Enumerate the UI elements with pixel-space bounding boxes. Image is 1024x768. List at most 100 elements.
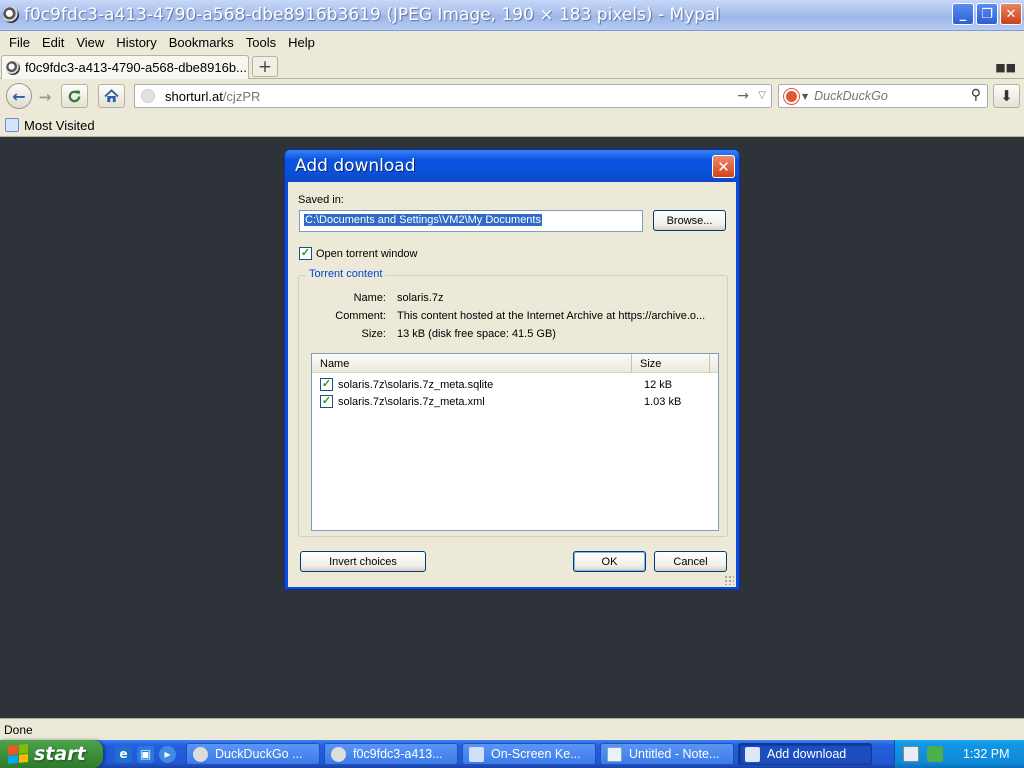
file-list[interactable]: Name Size ✓ solaris.7z\solaris.7z_meta.s…: [311, 353, 719, 531]
menu-view[interactable]: View: [71, 35, 109, 50]
menu-help[interactable]: Help: [283, 35, 320, 50]
mypal-app-icon[interactable]: [3, 7, 19, 23]
go-arrow-icon[interactable]: →: [737, 88, 749, 104]
bookmarks-toolbar: Most Visited: [0, 114, 1024, 137]
menu-file[interactable]: File: [4, 35, 35, 50]
task-label: Untitled - Note...: [629, 747, 720, 761]
quick-launch: e ▣ ▸: [115, 745, 176, 763]
menu-edit[interactable]: Edit: [37, 35, 69, 50]
home-button[interactable]: [98, 84, 125, 108]
file-list-header: Name Size: [312, 354, 718, 373]
name-label: Name:: [353, 292, 386, 304]
search-bar[interactable]: ▼ ⚲: [778, 84, 988, 108]
task-label: f0c9fdc3-a413...: [353, 747, 443, 761]
add-download-dialog: Add download ✕ Saved in: C:\Documents an…: [284, 149, 740, 590]
file-name: solaris.7z\solaris.7z_meta.sqlite: [338, 378, 494, 391]
network-tray-icon[interactable]: [927, 746, 943, 762]
url-path: /cjzPR: [222, 88, 261, 104]
dialog-close-button[interactable]: ✕: [712, 155, 735, 178]
clock[interactable]: 1:32 PM: [963, 747, 1010, 761]
taskbar-item-notepad[interactable]: Untitled - Note...: [600, 743, 734, 765]
tab-favicon-icon: [6, 60, 20, 75]
open-torrent-checkbox[interactable]: ✓: [299, 247, 312, 260]
forward-arrow-icon: →: [38, 88, 52, 106]
reload-button[interactable]: [61, 84, 88, 108]
file-checkbox[interactable]: ✓: [320, 378, 333, 391]
open-torrent-window-option[interactable]: ✓ Open torrent window: [299, 247, 418, 260]
tab-bar: f0c9fdc3-a413-4790-a568-dbe8916b... + ■■: [0, 53, 1024, 79]
new-tab-button[interactable]: +: [252, 56, 278, 77]
tab-list-icon[interactable]: ■■: [995, 61, 1016, 74]
forward-button[interactable]: →: [34, 87, 56, 107]
start-button[interactable]: start: [0, 740, 103, 768]
search-input[interactable]: [814, 89, 960, 103]
file-checkbox[interactable]: ✓: [320, 395, 333, 408]
invert-choices-button[interactable]: Invert choices: [300, 551, 426, 572]
media-player-icon[interactable]: ▸: [159, 745, 176, 763]
menu-tools[interactable]: Tools: [241, 35, 281, 50]
comment-label: Comment:: [335, 310, 386, 322]
comment-value: This content hosted at the Internet Arch…: [397, 310, 706, 322]
task-label: DuckDuckGo ...: [215, 747, 303, 761]
name-value: solaris.7z: [397, 292, 444, 304]
url-history-dropdown-icon[interactable]: ▽: [758, 90, 766, 101]
mypal-icon: [193, 746, 208, 762]
column-header-size[interactable]: Size: [632, 354, 710, 373]
tab-label: f0c9fdc3-a413-4790-a568-dbe8916b...: [25, 60, 247, 75]
back-button[interactable]: ←: [6, 83, 32, 109]
taskbar-item-image[interactable]: f0c9fdc3-a413...: [324, 743, 458, 765]
task-label: Add download: [767, 747, 847, 761]
column-header-name[interactable]: Name: [312, 354, 632, 373]
dialog-body: Saved in: C:\Documents and Settings\VM2\…: [288, 182, 736, 587]
taskbar-item-duckduckgo[interactable]: DuckDuckGo ...: [186, 743, 320, 765]
dialog-titlebar[interactable]: Add download ✕: [285, 150, 739, 182]
size-label: Size:: [361, 328, 386, 340]
search-magnifier-icon[interactable]: ⚲: [971, 87, 981, 103]
reload-icon: [68, 89, 81, 102]
status-text: Done: [4, 722, 33, 737]
torrent-content-group: Torrent content Name: solaris.7z Comment…: [298, 268, 728, 537]
close-icon: ✕: [717, 157, 730, 176]
size-value: 13 kB (disk free space: 41.5 GB): [397, 328, 556, 340]
keyboard-tray-icon[interactable]: [903, 746, 919, 762]
browse-button[interactable]: Browse...: [653, 210, 726, 231]
taskbar-item-add-download[interactable]: Add download: [738, 743, 872, 765]
ok-button[interactable]: OK: [573, 551, 646, 572]
site-identity-icon[interactable]: [141, 89, 155, 103]
file-size: 1.03 kB: [644, 395, 682, 408]
internet-explorer-icon[interactable]: e: [115, 745, 132, 763]
engine-dropdown-icon[interactable]: ▼: [802, 92, 808, 101]
maximize-button[interactable]: ❐: [976, 3, 998, 25]
dialog-title: Add download: [295, 156, 416, 176]
url-host: shorturl.at: [165, 88, 223, 104]
window-title: f0c9fdc3-a413-4790-a568-dbe8916b3619 (JP…: [24, 5, 721, 25]
window-controls: _ ❐ ✕: [952, 3, 1022, 25]
downloads-button[interactable]: ⬇: [993, 84, 1020, 108]
minimize-button[interactable]: _: [952, 3, 974, 25]
url-bar[interactable]: shorturl.at/cjzPR → ▽: [134, 84, 772, 108]
mypal-icon: [331, 746, 346, 762]
file-size: 12 kB: [644, 378, 673, 391]
menu-history[interactable]: History: [111, 35, 161, 50]
cancel-button[interactable]: Cancel: [654, 551, 727, 572]
file-row[interactable]: ✓ solaris.7z\solaris.7z_meta.xml 1.03 kB: [312, 393, 718, 410]
download-arrow-icon: ⬇: [1000, 87, 1013, 105]
transmission-icon: [745, 746, 760, 762]
torrent-content-legend: Torrent content: [306, 268, 386, 280]
status-bar: Done: [0, 718, 1024, 740]
file-name: solaris.7z\solaris.7z_meta.xml: [338, 395, 485, 408]
task-label: On-Screen Ke...: [491, 747, 581, 761]
menu-bookmarks[interactable]: Bookmarks: [164, 35, 239, 50]
saved-in-path-value: C:\Documents and Settings\VM2\My Documen…: [304, 214, 542, 226]
window-titlebar[interactable]: f0c9fdc3-a413-4790-a568-dbe8916b3619 (JP…: [0, 0, 1024, 31]
windows-logo-icon: [8, 743, 28, 765]
taskbar-item-onscreen-keyboard[interactable]: On-Screen Ke...: [462, 743, 596, 765]
show-desktop-icon[interactable]: ▣: [137, 745, 154, 763]
duckduckgo-engine-icon[interactable]: [784, 88, 799, 104]
file-row[interactable]: ✓ solaris.7z\solaris.7z_meta.sqlite 12 k…: [312, 376, 718, 393]
most-visited-bookmark[interactable]: Most Visited: [24, 118, 95, 133]
tab-image[interactable]: f0c9fdc3-a413-4790-a568-dbe8916b...: [1, 55, 249, 79]
saved-in-path-field[interactable]: C:\Documents and Settings\VM2\My Documen…: [299, 210, 643, 232]
resize-grip[interactable]: [724, 575, 734, 585]
close-button[interactable]: ✕: [1000, 3, 1022, 25]
